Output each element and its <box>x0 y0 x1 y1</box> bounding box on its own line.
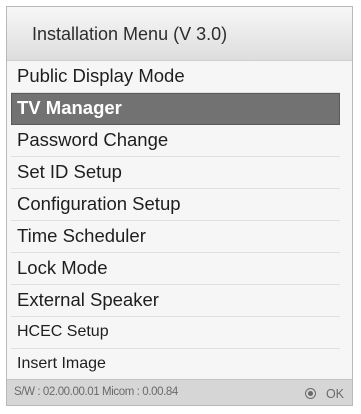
title-bar: Installation Menu (V 3.0) <box>7 7 352 61</box>
menu-item-label: TV Manager <box>17 97 122 118</box>
menu-title: Installation Menu (V 3.0) <box>32 24 228 44</box>
menu-item-label: Configuration Setup <box>17 193 181 214</box>
menu-item-label: Password Change <box>17 129 169 150</box>
menu-item-time-scheduler[interactable]: Time Scheduler <box>11 221 340 253</box>
menu-item-label: Insert Image <box>17 355 106 372</box>
menu-item-lock-mode[interactable]: Lock Mode <box>11 253 340 285</box>
menu-list: Public Display Mode TV Manager Password … <box>7 61 352 381</box>
menu-item-configuration-setup[interactable]: Configuration Setup <box>11 189 340 221</box>
menu-item-password-change[interactable]: Password Change <box>11 125 340 157</box>
menu-item-set-id-setup[interactable]: Set ID Setup <box>11 157 340 189</box>
menu-item-label: HCEC Setup <box>17 323 109 340</box>
version-text: S/W : 02.00.00.01 Micom : 0.00.84 <box>14 386 178 398</box>
menu-item-tv-manager[interactable]: TV Manager <box>11 93 340 125</box>
ok-label: OK <box>325 386 344 401</box>
menu-item-insert-image[interactable]: Insert Image <box>11 349 340 381</box>
menu-item-external-speaker[interactable]: External Speaker <box>11 285 340 317</box>
menu-item-label: Set ID Setup <box>17 161 122 182</box>
menu-item-hcec-setup[interactable]: HCEC Setup <box>11 317 340 349</box>
installation-menu-panel: Installation Menu (V 3.0) Public Display… <box>6 6 353 406</box>
status-bar: S/W : 02.00.00.01 Micom : 0.00.84 OK <box>7 379 352 405</box>
radio-ok-icon <box>305 388 317 400</box>
menu-item-label: Lock Mode <box>17 257 108 278</box>
ok-hint[interactable]: OK <box>305 385 344 401</box>
menu-item-label: Public Display Mode <box>17 65 185 86</box>
menu-item-label: Time Scheduler <box>17 225 146 246</box>
menu-item-public-display-mode[interactable]: Public Display Mode <box>11 61 340 93</box>
menu-item-label: External Speaker <box>17 289 159 310</box>
